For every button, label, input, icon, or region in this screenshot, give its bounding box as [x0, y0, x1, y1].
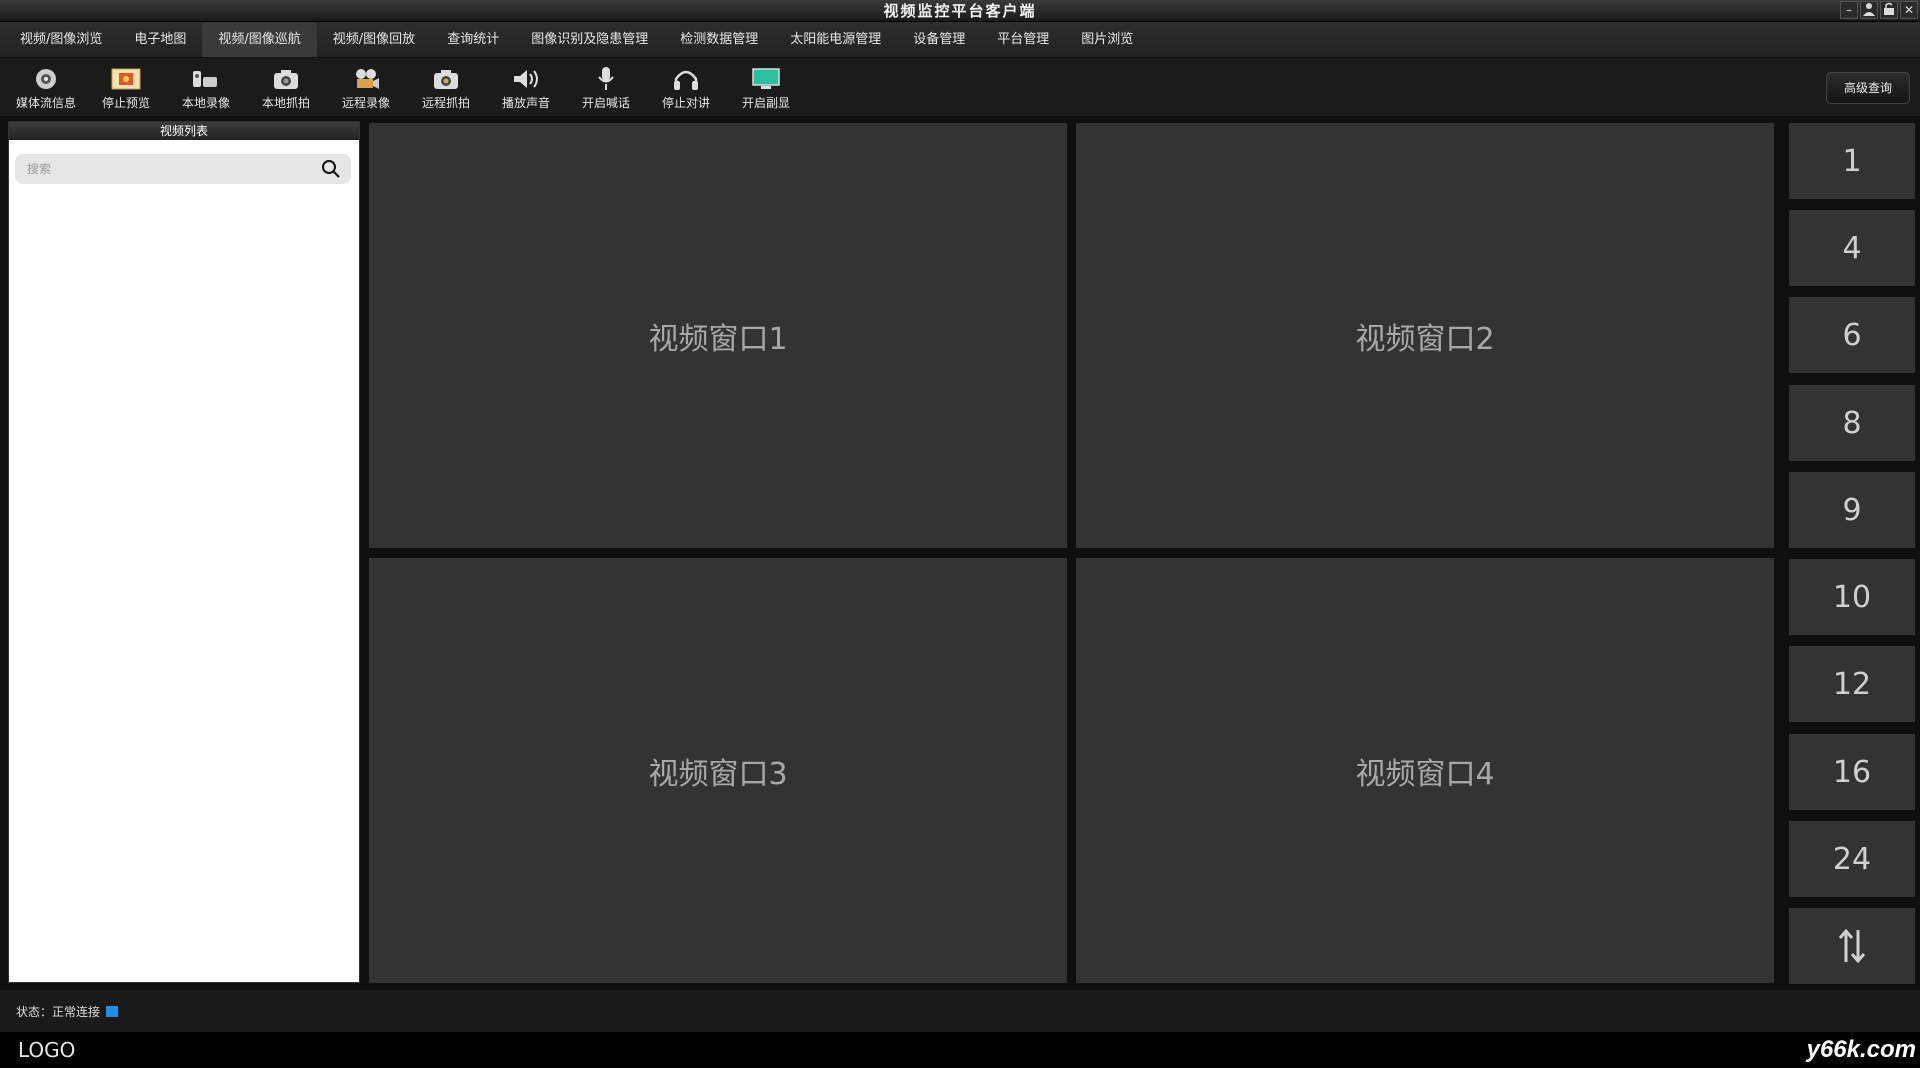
eye-icon: [31, 66, 61, 92]
menu-solar-power[interactable]: 太阳能电源管理: [774, 23, 897, 57]
video-window-1[interactable]: 视频窗口1: [369, 123, 1067, 548]
stop-preview-button[interactable]: 停止预览: [86, 58, 166, 116]
video-window-3[interactable]: 视频窗口3: [369, 558, 1067, 983]
image-icon: [111, 66, 141, 92]
search-icon[interactable]: [321, 159, 341, 183]
layout-10-button[interactable]: 10: [1789, 559, 1915, 635]
swap-arrows-icon: [1838, 928, 1866, 964]
search-box: [15, 154, 351, 184]
search-input[interactable]: [27, 159, 317, 179]
microphone-icon: [591, 66, 621, 92]
menu-detection-data[interactable]: 检测数据管理: [664, 23, 774, 57]
user-icon[interactable]: [1860, 1, 1878, 19]
menu-query-stats[interactable]: 查询统计: [431, 23, 515, 57]
remote-snapshot-button[interactable]: 远程抓拍: [406, 58, 486, 116]
menu-video-browse[interactable]: 视频/图像浏览: [4, 23, 118, 57]
menu-platform-management[interactable]: 平台管理: [981, 23, 1065, 57]
layout-6-button[interactable]: 6: [1789, 297, 1915, 373]
title-bar: 视频监控平台客户端 – ✕: [0, 0, 1920, 22]
headphones-icon: [671, 66, 701, 92]
layout-16-button[interactable]: 16: [1789, 734, 1915, 810]
local-record-button[interactable]: 本地录像: [166, 58, 246, 116]
menu-e-map[interactable]: 电子地图: [118, 23, 202, 57]
toolbar: 媒体流信息 停止预览 本地录像 本地抓拍 远程录像 远程抓拍 播放声音 开启喊话…: [0, 58, 1920, 116]
secondary-display-button[interactable]: 开启副显: [726, 58, 806, 116]
local-snapshot-button[interactable]: 本地抓拍: [246, 58, 326, 116]
status-bar: 状态：正常连接: [0, 990, 1920, 1032]
window-controls: – ✕: [1840, 1, 1918, 19]
video-window-4[interactable]: 视频窗口4: [1076, 558, 1774, 983]
layout-9-button[interactable]: 9: [1789, 472, 1915, 548]
camcorder-icon: [191, 66, 221, 92]
speaker-icon: [511, 66, 541, 92]
media-stream-info-button[interactable]: 媒体流信息: [6, 58, 86, 116]
menu-image-browse[interactable]: 图片浏览: [1065, 23, 1149, 57]
remote-record-button[interactable]: 远程录像: [326, 58, 406, 116]
stop-intercom-button[interactable]: 停止对讲: [646, 58, 726, 116]
connection-indicator-icon: [106, 1005, 119, 1017]
menu-image-recognition[interactable]: 图像识别及隐患管理: [515, 23, 664, 57]
film-camera-icon: [351, 66, 381, 92]
camera-icon: [271, 66, 301, 92]
menu-device-management[interactable]: 设备管理: [897, 23, 981, 57]
monitor-icon: [751, 66, 781, 92]
layout-8-button[interactable]: 8: [1789, 385, 1915, 461]
layout-1-button[interactable]: 1: [1789, 123, 1915, 199]
footer: LOGO y66k.com: [0, 1032, 1920, 1068]
video-window-2[interactable]: 视频窗口2: [1076, 123, 1774, 548]
menu-video-cruise[interactable]: 视频/图像巡航: [202, 22, 317, 57]
status-text: 状态：正常连接: [16, 1004, 101, 1019]
start-broadcast-button[interactable]: 开启喊话: [566, 58, 646, 116]
menu-bar: 视频/图像浏览 电子地图 视频/图像巡航 视频/图像回放 查询统计 图像识别及隐…: [0, 22, 1920, 58]
lock-icon[interactable]: [1880, 1, 1898, 19]
minimize-icon[interactable]: –: [1840, 1, 1858, 19]
close-icon[interactable]: ✕: [1900, 1, 1918, 19]
layout-12-button[interactable]: 12: [1789, 646, 1915, 722]
advanced-query-button[interactable]: 高级查询: [1826, 72, 1910, 104]
logo: LOGO: [18, 1038, 76, 1062]
video-list-panel: 视频列表: [8, 121, 360, 983]
layout-24-button[interactable]: 24: [1789, 821, 1915, 897]
play-sound-button[interactable]: 播放声音: [486, 58, 566, 116]
watermark: y66k.com: [1806, 1036, 1916, 1063]
swap-order-button[interactable]: [1789, 908, 1915, 984]
video-list-title: 视频列表: [9, 122, 359, 140]
window-title: 视频监控平台客户端: [883, 2, 1037, 20]
menu-video-playback[interactable]: 视频/图像回放: [317, 23, 431, 57]
layout-4-button[interactable]: 4: [1789, 210, 1915, 286]
camera-icon: [431, 66, 461, 92]
